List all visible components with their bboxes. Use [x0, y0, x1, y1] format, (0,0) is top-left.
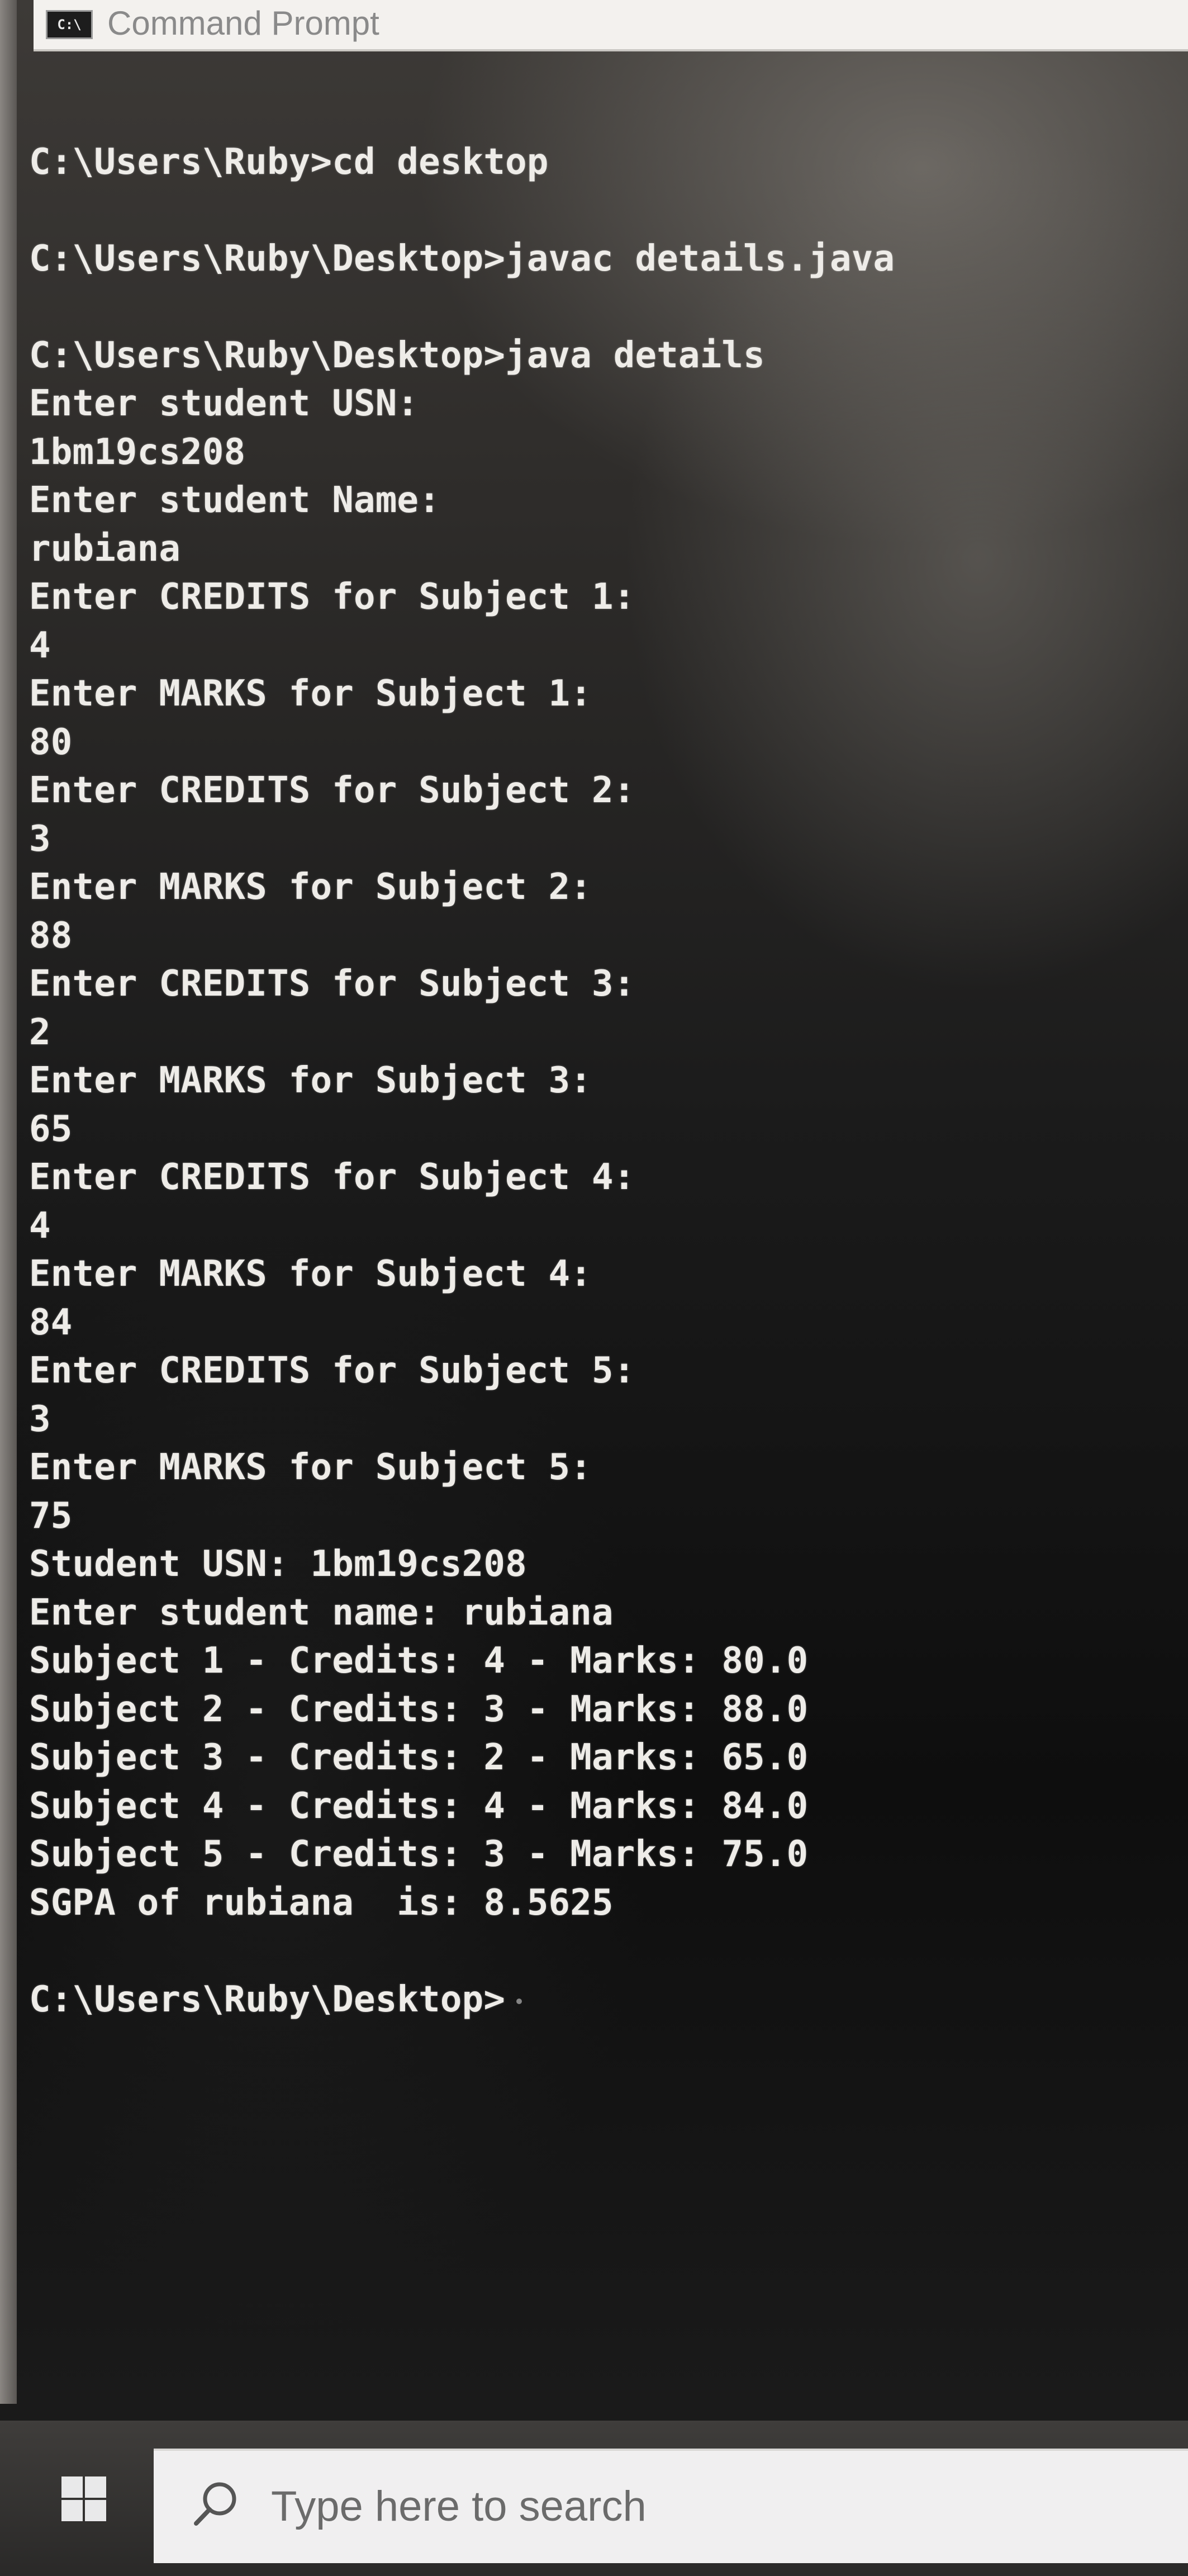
console-output-line: Subject 3 - Credits: 2 - Marks: 65.0 — [29, 1737, 809, 1778]
console-line: 80 — [29, 721, 73, 763]
console-line: Enter CREDITS for Subject 5: — [29, 1350, 635, 1391]
console-line: Enter CREDITS for Subject 3: — [29, 963, 635, 1005]
console-line: 4 — [29, 1205, 51, 1247]
console-line: 3 — [29, 1398, 51, 1440]
console-output-line: Student USN: 1bm19cs208 — [29, 1543, 527, 1585]
console-line: rubiana — [29, 528, 181, 570]
console-output[interactable]: C:\Users\Ruby>cd desktop C:\Users\Ruby\D… — [29, 89, 1169, 2024]
console-line: 1bm19cs208 — [29, 431, 246, 473]
console-line: Enter student USN: — [29, 383, 419, 424]
window-title: Command Prompt — [107, 4, 379, 42]
console-prompt: C:\Users\Ruby\Desktop> — [29, 1978, 506, 2020]
console-line: Enter MARKS for Subject 1: — [29, 673, 592, 714]
console-line: 65 — [29, 1108, 73, 1150]
console-output-line: SGPA of rubiana is: 8.5625 — [29, 1882, 614, 1924]
console-output-line: Subject 5 - Credits: 3 - Marks: 75.0 — [29, 1834, 809, 1875]
console-line: Enter CREDITS for Subject 2: — [29, 770, 635, 811]
console-line: 84 — [29, 1301, 73, 1343]
console-output-line: Enter student name: rubiana — [29, 1592, 614, 1633]
console-command-line: C:\Users\Ruby>cd desktop — [29, 141, 549, 183]
console-output-line: Subject 1 - Credits: 4 - Marks: 80.0 — [29, 1640, 809, 1682]
console-line: 88 — [29, 915, 73, 956]
console-line: Enter MARKS for Subject 4: — [29, 1253, 592, 1295]
console-command-line: C:\Users\Ruby\Desktop>javac details.java — [29, 238, 895, 280]
console-output-line: Subject 2 - Credits: 3 - Marks: 88.0 — [29, 1688, 809, 1730]
start-button[interactable] — [39, 2454, 129, 2544]
console-line: Enter student Name: — [29, 480, 440, 521]
window-left-border — [0, 0, 17, 2404]
title-bar[interactable]: C:\ Command Prompt — [34, 0, 1188, 51]
cmd-icon: C:\ — [46, 10, 93, 39]
search-placeholder: Type here to search — [271, 2483, 647, 2530]
console-line: Enter MARKS for Subject 3: — [29, 1060, 592, 1101]
console-line: 2 — [29, 1011, 51, 1053]
console-line: Enter CREDITS for Subject 4: — [29, 1157, 635, 1198]
taskbar: Type here to search — [0, 2421, 1188, 2576]
console-command-line: C:\Users\Ruby\Desktop>java details — [29, 334, 765, 376]
console-line: 75 — [29, 1495, 73, 1537]
console-line: Enter MARKS for Subject 2: — [29, 866, 592, 908]
console-line: Enter MARKS for Subject 5: — [29, 1447, 592, 1488]
console-output-line: Subject 4 - Credits: 4 - Marks: 84.0 — [29, 1785, 809, 1827]
console-prompt-line[interactable]: C:\Users\Ruby\Desktop> — [29, 1976, 1169, 2024]
search-box[interactable]: Type here to search — [154, 2449, 1188, 2563]
console-line: Enter CREDITS for Subject 1: — [29, 576, 635, 618]
search-icon — [194, 2482, 236, 2526]
console-line: 3 — [29, 818, 51, 860]
text-cursor — [516, 1998, 522, 2004]
console-line: 4 — [29, 624, 51, 666]
